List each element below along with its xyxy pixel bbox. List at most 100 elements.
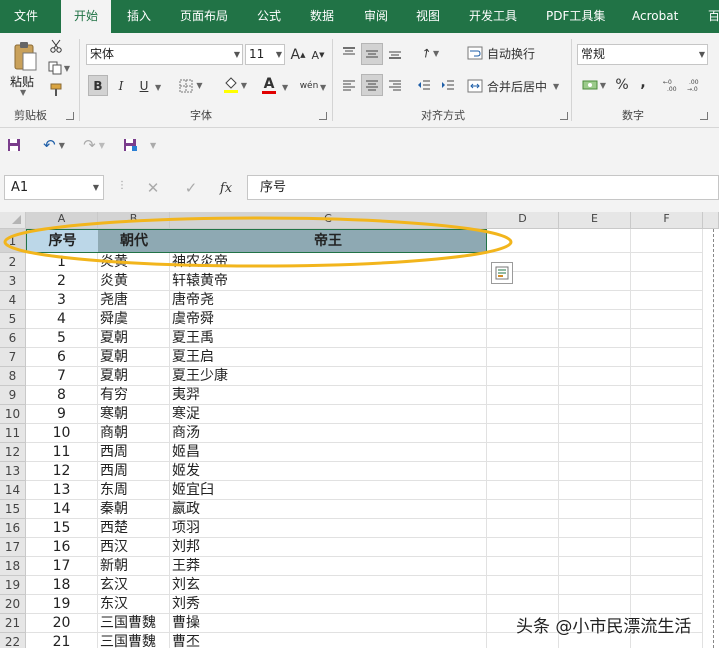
tab-formulas[interactable]: 公式 xyxy=(257,0,281,33)
borders-button[interactable]: ▼ xyxy=(176,75,206,96)
font-color-dropdown-icon[interactable]: ▼ xyxy=(282,83,288,92)
cell-emperor[interactable]: 刘秀 xyxy=(170,595,487,614)
align-right-button[interactable] xyxy=(385,75,405,95)
cell-dynasty[interactable]: 夏朝 xyxy=(98,348,170,367)
row-header[interactable]: 11 xyxy=(0,424,26,443)
cell[interactable] xyxy=(631,424,703,443)
tab-more[interactable]: 百 xyxy=(708,0,719,33)
comma-style-button[interactable]: , xyxy=(637,73,649,93)
cell-emperor[interactable]: 寒浞 xyxy=(170,405,487,424)
row-header[interactable]: 16 xyxy=(0,519,26,538)
cell[interactable] xyxy=(631,348,703,367)
tab-review[interactable]: 审阅 xyxy=(364,0,388,33)
cell[interactable] xyxy=(487,367,559,386)
copy-button[interactable]: ▼ xyxy=(46,59,72,77)
cell-emperor[interactable]: 姬发 xyxy=(170,462,487,481)
cell-index[interactable]: 16 xyxy=(26,538,98,557)
clipboard-launcher-icon[interactable] xyxy=(66,112,74,120)
cell[interactable] xyxy=(631,462,703,481)
cell-dynasty[interactable]: 有穷 xyxy=(98,386,170,405)
cell-emperor[interactable]: 夏王少康 xyxy=(170,367,487,386)
cell-emperor[interactable]: 唐帝尧 xyxy=(170,291,487,310)
cell-index[interactable]: 13 xyxy=(26,481,98,500)
cell[interactable] xyxy=(559,424,631,443)
paste-dropdown-icon[interactable]: ▼ xyxy=(20,88,26,97)
cancel-formula-button[interactable]: ✕ xyxy=(142,178,164,198)
cell[interactable] xyxy=(487,557,559,576)
cell-emperor[interactable]: 姬昌 xyxy=(170,443,487,462)
row-header[interactable]: 21 xyxy=(0,614,26,633)
cell-index[interactable]: 19 xyxy=(26,595,98,614)
font-launcher-icon[interactable] xyxy=(319,112,327,120)
cell-emperor[interactable]: 夏王启 xyxy=(170,348,487,367)
cell-index[interactable]: 3 xyxy=(26,291,98,310)
merge-center-button[interactable]: 合并后居中 ▼ xyxy=(467,76,567,96)
font-size-select[interactable]: 11 ▼ xyxy=(245,44,285,65)
cell[interactable] xyxy=(487,500,559,519)
tab-pdf-tools[interactable]: PDF工具集 xyxy=(546,0,605,33)
cell-emperor[interactable]: 夏王禹 xyxy=(170,329,487,348)
cell-index[interactable]: 11 xyxy=(26,443,98,462)
row-header[interactable]: 13 xyxy=(0,462,26,481)
quick-analysis-button[interactable] xyxy=(491,262,513,284)
cell[interactable] xyxy=(487,443,559,462)
cell-index[interactable]: 2 xyxy=(26,272,98,291)
cell-dynasty[interactable]: 东汉 xyxy=(98,595,170,614)
enter-formula-button[interactable]: ✓ xyxy=(180,178,202,198)
cell[interactable] xyxy=(631,329,703,348)
tab-data[interactable]: 数据 xyxy=(310,0,334,33)
cell[interactable] xyxy=(631,557,703,576)
cell[interactable] xyxy=(487,405,559,424)
italic-button[interactable]: I xyxy=(113,75,129,96)
save-as-button[interactable] xyxy=(121,136,139,154)
cell[interactable] xyxy=(487,519,559,538)
cell[interactable] xyxy=(631,291,703,310)
cell[interactable] xyxy=(559,272,631,291)
cell[interactable] xyxy=(559,348,631,367)
cell[interactable] xyxy=(487,291,559,310)
orientation-button[interactable]: ↗ ▼ xyxy=(415,43,445,63)
cell-dynasty[interactable]: 寒朝 xyxy=(98,405,170,424)
fill-color-button[interactable]: ▼ xyxy=(220,73,250,97)
align-left-button[interactable] xyxy=(339,75,359,95)
align-bottom-button[interactable] xyxy=(385,43,405,63)
phonetic-dropdown-icon[interactable]: ▼ xyxy=(320,83,326,92)
cell-dynasty[interactable]: 尧唐 xyxy=(98,291,170,310)
cut-button[interactable] xyxy=(46,37,66,55)
cell-emperor[interactable]: 曹操 xyxy=(170,614,487,633)
name-box[interactable]: A1 ▼ xyxy=(4,175,104,200)
cell[interactable] xyxy=(559,405,631,424)
cell-dynasty[interactable]: 东周 xyxy=(98,481,170,500)
cell-emperor[interactable]: 虞帝舜 xyxy=(170,310,487,329)
percent-button[interactable]: % xyxy=(614,75,630,95)
number-format-select[interactable]: 常规 ▼ xyxy=(577,44,708,65)
cell[interactable] xyxy=(559,538,631,557)
cell-dynasty[interactable]: 玄汉 xyxy=(98,576,170,595)
cell-dynasty[interactable]: 西周 xyxy=(98,443,170,462)
increase-decimal-button[interactable]: ←0.00 xyxy=(662,75,682,95)
row-header[interactable]: 3 xyxy=(0,272,26,291)
cell-index[interactable]: 10 xyxy=(26,424,98,443)
align-top-button[interactable] xyxy=(339,43,359,63)
cell-index[interactable]: 18 xyxy=(26,576,98,595)
cell[interactable] xyxy=(559,386,631,405)
cell[interactable] xyxy=(631,443,703,462)
cell-index[interactable]: 21 xyxy=(26,633,98,648)
cell-emperor[interactable]: 刘邦 xyxy=(170,538,487,557)
cell-index[interactable]: 15 xyxy=(26,519,98,538)
cell[interactable] xyxy=(631,538,703,557)
save-button[interactable] xyxy=(5,136,23,154)
tab-page-layout[interactable]: 页面布局 xyxy=(180,0,228,33)
cell[interactable] xyxy=(559,310,631,329)
row-header[interactable]: 14 xyxy=(0,481,26,500)
cell-index[interactable]: 5 xyxy=(26,329,98,348)
row-header[interactable]: 10 xyxy=(0,405,26,424)
cell[interactable] xyxy=(631,310,703,329)
underline-dropdown-icon[interactable]: ▼ xyxy=(155,83,161,92)
cell[interactable] xyxy=(559,500,631,519)
cell[interactable] xyxy=(631,519,703,538)
cell-emperor[interactable]: 轩辕黄帝 xyxy=(170,272,487,291)
cell-dynasty[interactable]: 秦朝 xyxy=(98,500,170,519)
cell-index[interactable]: 12 xyxy=(26,462,98,481)
decrease-indent-button[interactable] xyxy=(414,75,434,95)
